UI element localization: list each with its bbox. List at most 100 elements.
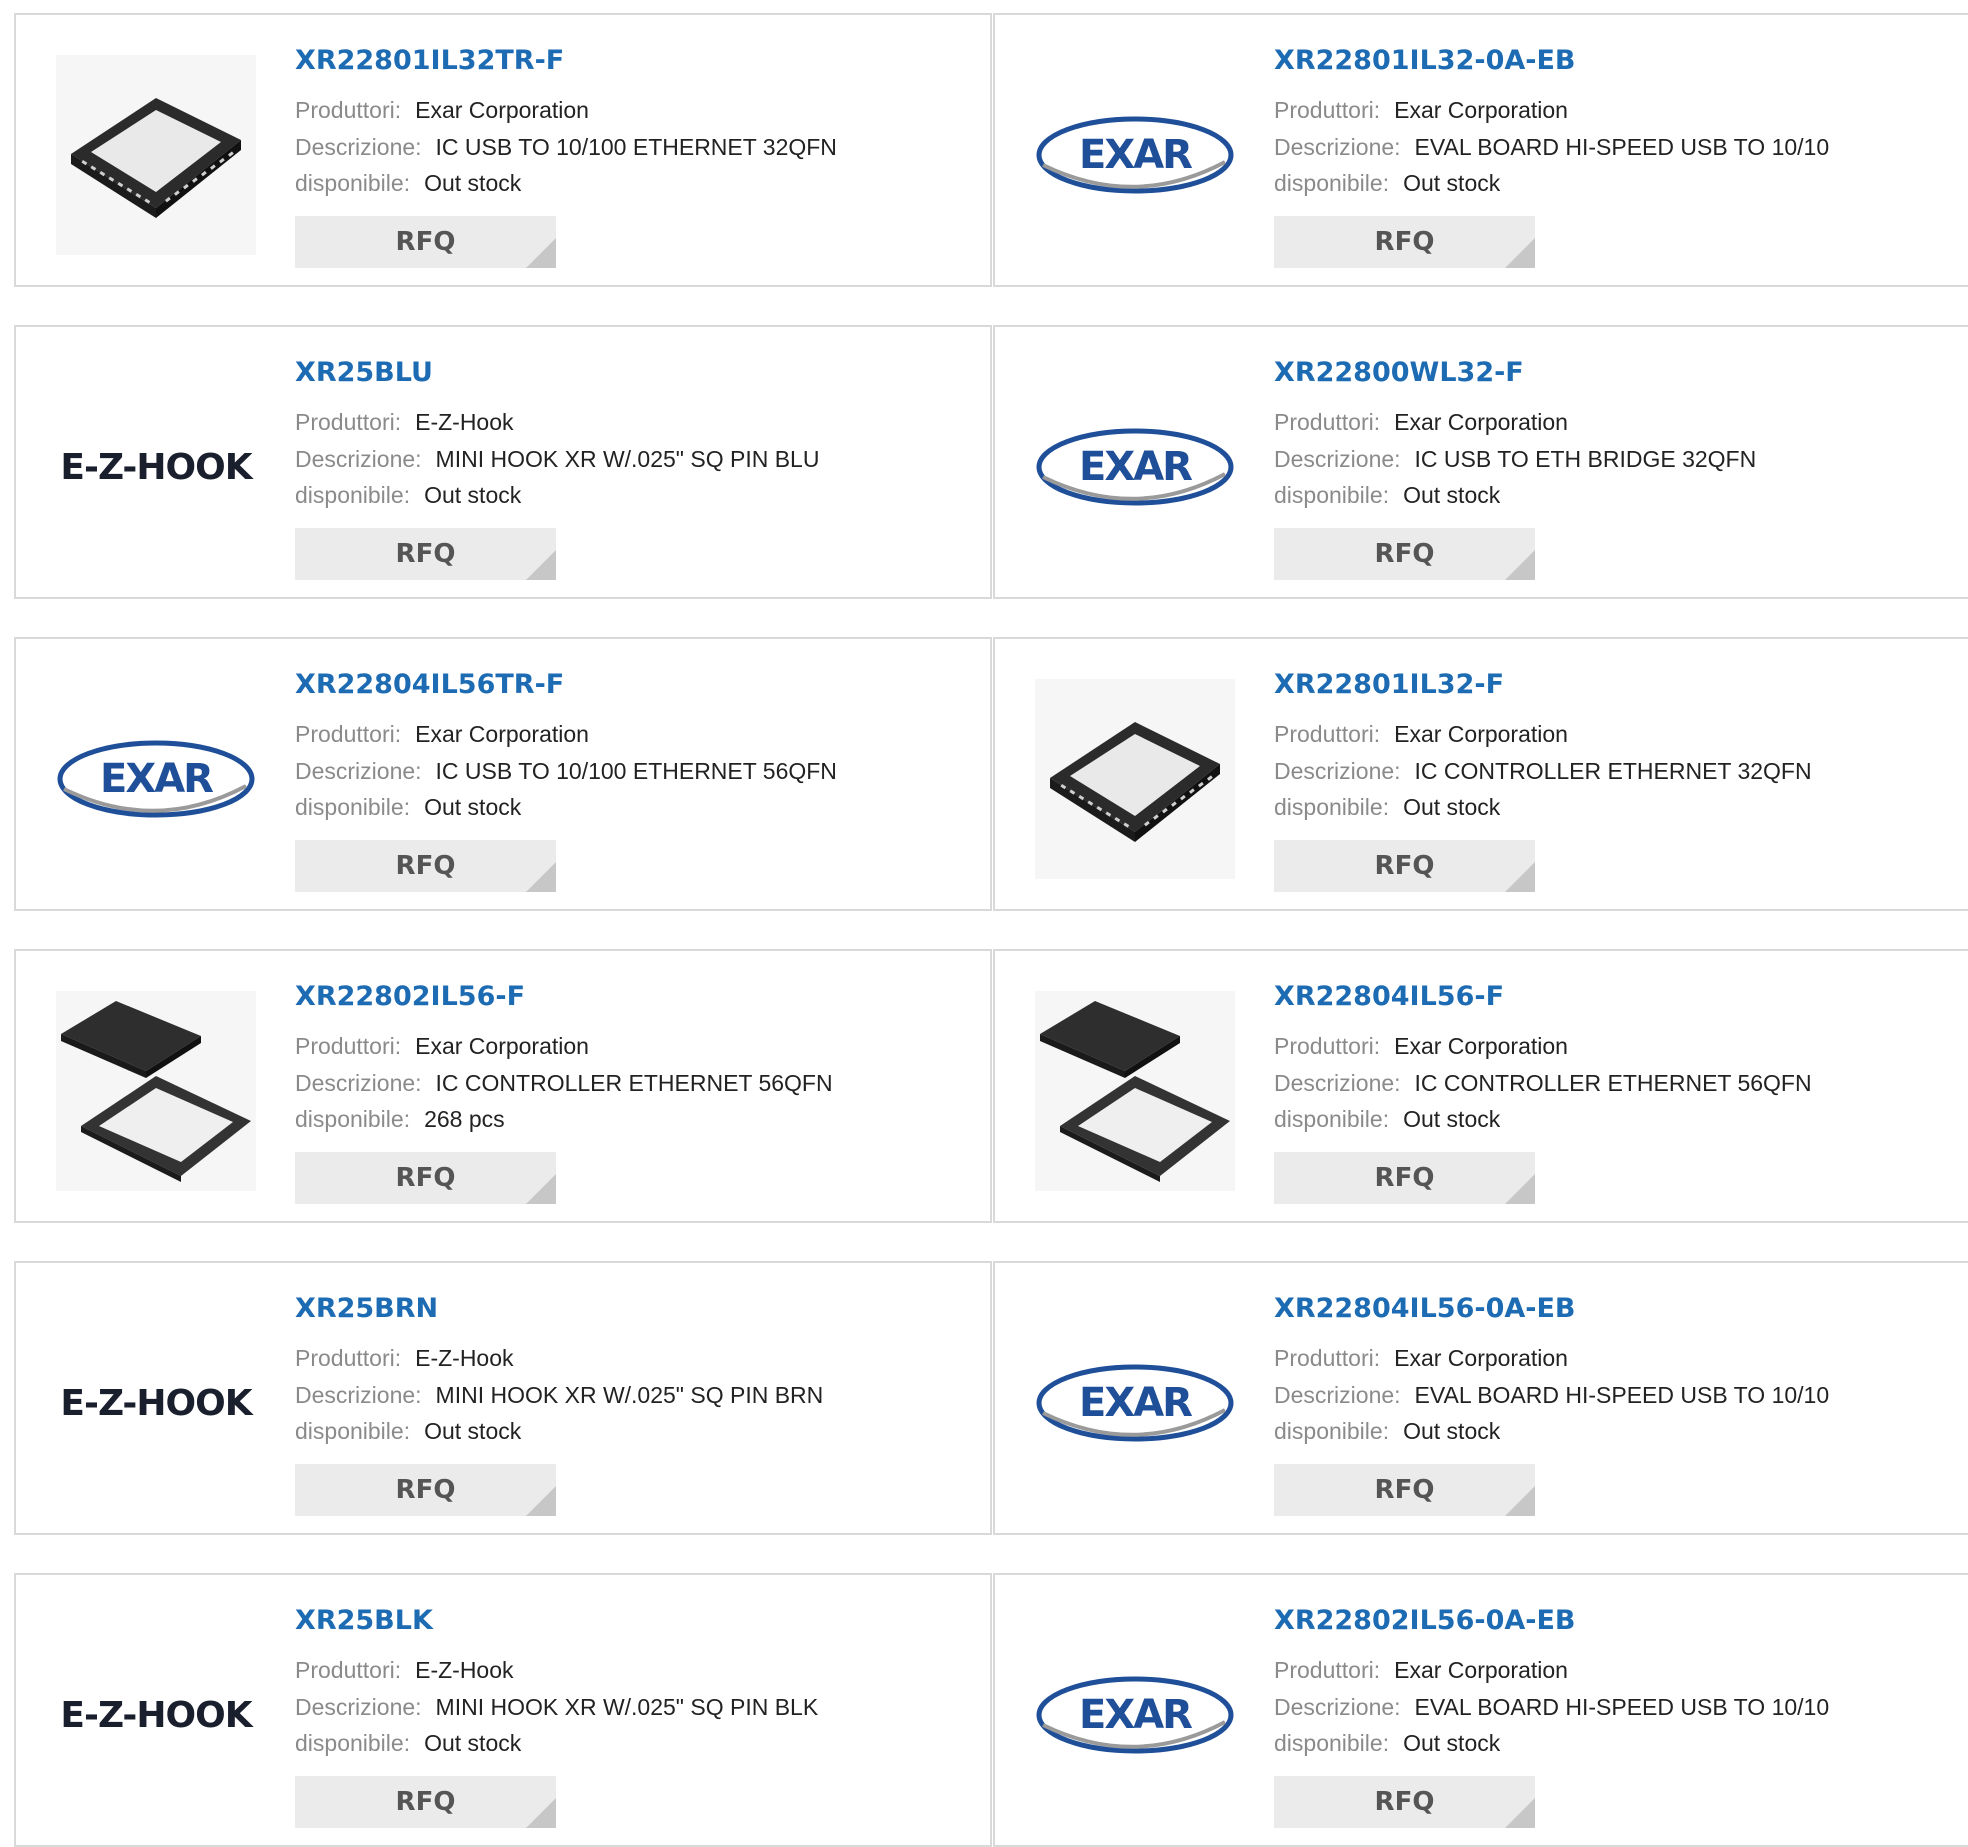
manufacturer-label: Produttori:: [1274, 1345, 1381, 1371]
manufacturer-label: Produttori:: [1274, 721, 1381, 747]
corner-triangle-icon: [526, 1486, 556, 1516]
manufacturer-row: Produttori: Exar Corporation: [1274, 1345, 1568, 1372]
availability-value: Out stock: [1403, 1106, 1501, 1132]
availability-value: Out stock: [1403, 794, 1501, 820]
manufacturer-row: Produttori: E-Z-Hook: [295, 1345, 514, 1372]
rfq-button[interactable]: RFQ: [1274, 216, 1535, 268]
availability-row: disponibile: Out stock: [1274, 1418, 1500, 1445]
exar-logo[interactable]: EXAR: [56, 679, 256, 879]
product-image-qfn-chip[interactable]: [56, 55, 256, 255]
rfq-button-label: RFQ: [395, 1787, 456, 1817]
description-row: Descrizione: IC USB TO 10/100 ETHERNET 56…: [295, 758, 837, 785]
product-part-link[interactable]: XR22801IL32-0A-EB: [1274, 45, 1575, 76]
description-row: Descrizione: MINI HOOK XR W/.025" SQ PIN …: [295, 1694, 818, 1721]
description-label: Descrizione:: [1274, 1070, 1401, 1096]
product-part-link[interactable]: XR22801IL32TR-F: [295, 45, 564, 76]
product-part-link[interactable]: XR22804IL56-0A-EB: [1274, 1293, 1575, 1324]
manufacturer-label: Produttori:: [1274, 1657, 1381, 1683]
product-card: E-Z-HOOK XR25BLK Produttori: E-Z-Hook Descri…: [14, 1573, 992, 1847]
description-row: Descrizione: MINI HOOK XR W/.025" SQ PIN …: [295, 446, 819, 473]
availability-label: disponibile:: [1274, 1106, 1390, 1132]
manufacturer-label: Produttori:: [1274, 97, 1381, 123]
product-image-qfn-chip-pair[interactable]: [1035, 991, 1235, 1191]
rfq-button-label: RFQ: [395, 851, 456, 881]
availability-value: Out stock: [424, 1730, 522, 1756]
product-part-link[interactable]: XR22802IL56-0A-EB: [1274, 1605, 1575, 1636]
exar-logo[interactable]: EXAR: [1035, 55, 1235, 255]
description-row: Descrizione: EVAL BOARD HI-SPEED USB TO 1…: [1274, 1382, 1829, 1409]
product-image-qfn-chip-pair[interactable]: [56, 991, 256, 1191]
ezhook-logo[interactable]: E-Z-HOOK: [56, 1303, 256, 1503]
description-value: MINI HOOK XR W/.025" SQ PIN BLU: [435, 446, 820, 472]
availability-row: disponibile: Out stock: [295, 1418, 521, 1445]
rfq-button[interactable]: RFQ: [1274, 528, 1535, 580]
description-row: Descrizione: EVAL BOARD HI-SPEED USB TO 1…: [1274, 1694, 1829, 1721]
availability-value: Out stock: [1403, 1418, 1501, 1444]
description-row: Descrizione: IC USB TO 10/100 ETHERNET 32…: [295, 134, 837, 161]
rfq-button[interactable]: RFQ: [295, 528, 556, 580]
exar-logo[interactable]: EXAR: [1035, 1615, 1235, 1815]
ezhook-logo[interactable]: E-Z-HOOK: [56, 1615, 256, 1815]
description-row: Descrizione: EVAL BOARD HI-SPEED USB TO 1…: [1274, 134, 1829, 161]
rfq-button[interactable]: RFQ: [295, 840, 556, 892]
product-part-link[interactable]: XR25BLU: [295, 357, 433, 388]
manufacturer-value: Exar Corporation: [1394, 409, 1568, 435]
description-value: EVAL BOARD HI-SPEED USB TO 10/10: [1414, 134, 1830, 160]
manufacturer-label: Produttori:: [295, 1657, 402, 1683]
product-image-qfn-chip[interactable]: [1035, 679, 1235, 879]
product-card: E-Z-HOOK XR25BLU Produttori: E-Z-Hook Descri…: [14, 325, 992, 599]
availability-label: disponibile:: [295, 482, 411, 508]
exar-logo[interactable]: EXAR: [1035, 1303, 1235, 1503]
corner-triangle-icon: [526, 1798, 556, 1828]
description-value: IC USB TO 10/100 ETHERNET 32QFN: [435, 134, 837, 160]
rfq-button-label: RFQ: [1374, 539, 1435, 569]
manufacturer-value: Exar Corporation: [1394, 721, 1568, 747]
exar-logo[interactable]: EXAR: [1035, 367, 1235, 567]
description-label: Descrizione:: [1274, 446, 1401, 472]
rfq-button[interactable]: RFQ: [295, 1776, 556, 1828]
product-part-link[interactable]: XR22804IL56TR-F: [295, 669, 564, 700]
manufacturer-row: Produttori: Exar Corporation: [295, 721, 589, 748]
manufacturer-value: Exar Corporation: [1394, 1345, 1568, 1371]
product-part-link[interactable]: XR22801IL32-F: [1274, 669, 1504, 700]
rfq-button[interactable]: RFQ: [295, 1152, 556, 1204]
rfq-button[interactable]: RFQ: [295, 1464, 556, 1516]
svg-text:EXAR: EXAR: [1079, 1380, 1192, 1426]
availability-value: Out stock: [1403, 482, 1501, 508]
description-value: MINI HOOK XR W/.025" SQ PIN BLK: [435, 1694, 819, 1720]
availability-value: Out stock: [424, 1418, 522, 1444]
manufacturer-row: Produttori: Exar Corporation: [1274, 1033, 1568, 1060]
product-part-link[interactable]: XR22804IL56-F: [1274, 981, 1504, 1012]
manufacturer-row: Produttori: Exar Corporation: [1274, 1657, 1568, 1684]
description-label: Descrizione:: [1274, 758, 1401, 784]
rfq-button[interactable]: RFQ: [1274, 840, 1535, 892]
manufacturer-row: Produttori: Exar Corporation: [1274, 97, 1568, 124]
corner-triangle-icon: [526, 550, 556, 580]
manufacturer-value: Exar Corporation: [415, 1033, 589, 1059]
product-part-link[interactable]: XR22800WL32-F: [1274, 357, 1524, 388]
ezhook-logo[interactable]: E-Z-HOOK: [56, 367, 256, 567]
product-part-link[interactable]: XR25BLK: [295, 1605, 433, 1636]
description-row: Descrizione: IC CONTROLLER ETHERNET 32QFN: [1274, 758, 1812, 785]
product-card: XR22801IL32-F Produttori: Exar Corporation…: [993, 637, 1968, 911]
rfq-button[interactable]: RFQ: [1274, 1152, 1535, 1204]
product-part-link[interactable]: XR22802IL56-F: [295, 981, 525, 1012]
corner-triangle-icon: [526, 1174, 556, 1204]
corner-triangle-icon: [526, 238, 556, 268]
svg-text:EXAR: EXAR: [100, 756, 213, 802]
manufacturer-row: Produttori: E-Z-Hook: [295, 1657, 514, 1684]
rfq-button-label: RFQ: [1374, 227, 1435, 257]
rfq-button[interactable]: RFQ: [1274, 1776, 1535, 1828]
svg-text:EXAR: EXAR: [1079, 132, 1192, 178]
availability-label: disponibile:: [1274, 170, 1390, 196]
svg-text:EXAR: EXAR: [1079, 444, 1192, 490]
product-card: E-Z-HOOK XR25BRN Produttori: E-Z-Hook Descri…: [14, 1261, 992, 1535]
description-label: Descrizione:: [1274, 134, 1401, 160]
description-row: Descrizione: MINI HOOK XR W/.025" SQ PIN …: [295, 1382, 823, 1409]
svg-text:EXAR: EXAR: [1079, 1692, 1192, 1738]
rfq-button[interactable]: RFQ: [295, 216, 556, 268]
rfq-button[interactable]: RFQ: [1274, 1464, 1535, 1516]
description-value: EVAL BOARD HI-SPEED USB TO 10/10: [1414, 1694, 1830, 1720]
product-part-link[interactable]: XR25BRN: [295, 1293, 438, 1324]
manufacturer-value: Exar Corporation: [415, 97, 589, 123]
